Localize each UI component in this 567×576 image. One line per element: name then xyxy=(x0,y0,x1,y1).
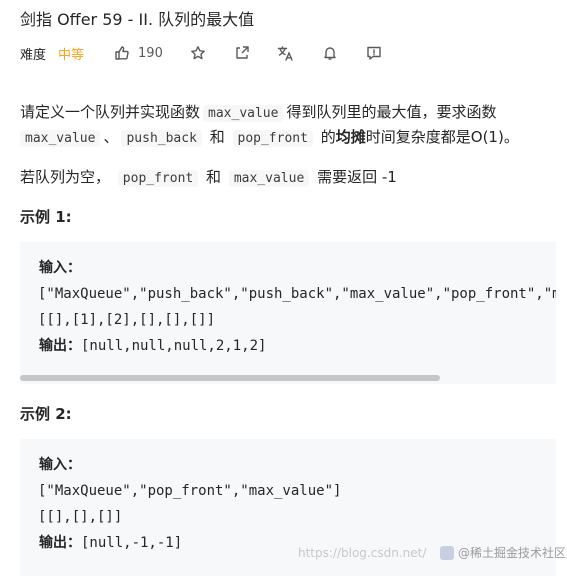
description-text: 需要返回 -1 xyxy=(317,168,397,186)
bell-icon xyxy=(324,47,336,60)
thumbs-up-icon xyxy=(115,46,129,60)
output-value: [null,null,null,2,1,2] xyxy=(81,338,267,354)
share-button[interactable] xyxy=(233,44,251,62)
description-text: 请定义一个队列并实现函数 xyxy=(20,103,201,121)
inline-code: max_value xyxy=(20,130,101,147)
description-line-2: max_value、 push_back 和 pop_front 的均摊时间复杂度… xyxy=(20,126,519,150)
example-input-line-1: ["MaxQueue","pop_front","max_value"] xyxy=(38,483,342,499)
emphasis-text: 均摊 xyxy=(335,128,366,146)
feedback-icon xyxy=(367,46,381,60)
inline-code: pop_front xyxy=(232,130,313,147)
inline-code: max_value xyxy=(203,105,284,122)
description-text: 和 xyxy=(209,128,225,146)
output-label: 输出： xyxy=(39,338,81,354)
description-text: 得到队列里的最大值，要求函数 xyxy=(286,103,497,121)
example-input-line-2: [[],[],[]] xyxy=(38,509,123,525)
translate-icon xyxy=(278,45,294,61)
like-button[interactable]: 190 xyxy=(114,45,163,61)
problem-title: 剑指 Offer 59 - II. 队列的最大值 xyxy=(20,10,255,29)
star-icon xyxy=(190,46,205,60)
example-2-heading: 示例 2: xyxy=(20,405,72,423)
output-label: 输出： xyxy=(39,535,81,551)
share-icon xyxy=(236,46,249,59)
watermark-url: https://blog.csdn.net/ xyxy=(298,546,427,560)
example-output-line: 输出：[null,-1,-1] xyxy=(39,530,182,556)
favorite-button[interactable] xyxy=(189,44,207,62)
example-input-line-1: ["MaxQueue","push_back","push_back","max… xyxy=(38,286,556,302)
description-text: 的 xyxy=(320,128,336,146)
problem-meta-bar: 难度 中等 190 xyxy=(20,42,383,64)
description-line-3: 若队列为空， pop_front 和 max_value 需要返回 -1 xyxy=(20,166,397,190)
example-input-label-line: 输入： xyxy=(39,255,81,281)
example-output-line: 输出：[null,null,null,2,1,2] xyxy=(39,333,266,359)
translate-button[interactable] xyxy=(277,44,295,62)
inline-code: pop_front xyxy=(117,170,199,187)
example-input-line-2: [[],[1],[2],[],[],[]] xyxy=(38,312,216,328)
inline-code: max_value xyxy=(228,170,310,187)
horizontal-scrollbar[interactable] xyxy=(20,375,440,381)
feedback-button[interactable] xyxy=(365,44,383,62)
input-label: 输入： xyxy=(39,457,81,473)
notification-button[interactable] xyxy=(321,44,339,62)
example-1-code-block[interactable]: 输入： ["MaxQueue","push_back","push_back",… xyxy=(20,242,556,384)
example-input-label-line: 输入： xyxy=(39,452,81,478)
inline-code: push_back xyxy=(121,130,202,147)
input-label: 输入： xyxy=(39,260,81,276)
brand-logo-icon xyxy=(440,545,454,560)
like-count: 190 xyxy=(138,45,163,61)
description-text: 和 xyxy=(206,168,222,186)
description-text: 时间复杂度都是O(1)。 xyxy=(365,128,519,146)
description-text: 、 xyxy=(103,128,119,146)
example-1-heading: 示例 1: xyxy=(20,208,72,226)
description-line-1: 请定义一个队列并实现函数 max_value 得到队列里的最大值，要求函数 xyxy=(20,101,496,125)
difficulty-badge: 中等 xyxy=(58,47,85,63)
difficulty-label: 难度 xyxy=(20,47,47,63)
watermark-brand: @稀土掘金技术社区 xyxy=(440,544,566,561)
watermark-brand-text: @稀土掘金技术社区 xyxy=(458,546,567,560)
description-text: 若队列为空， xyxy=(20,168,111,186)
output-value: [null,-1,-1] xyxy=(81,535,183,551)
